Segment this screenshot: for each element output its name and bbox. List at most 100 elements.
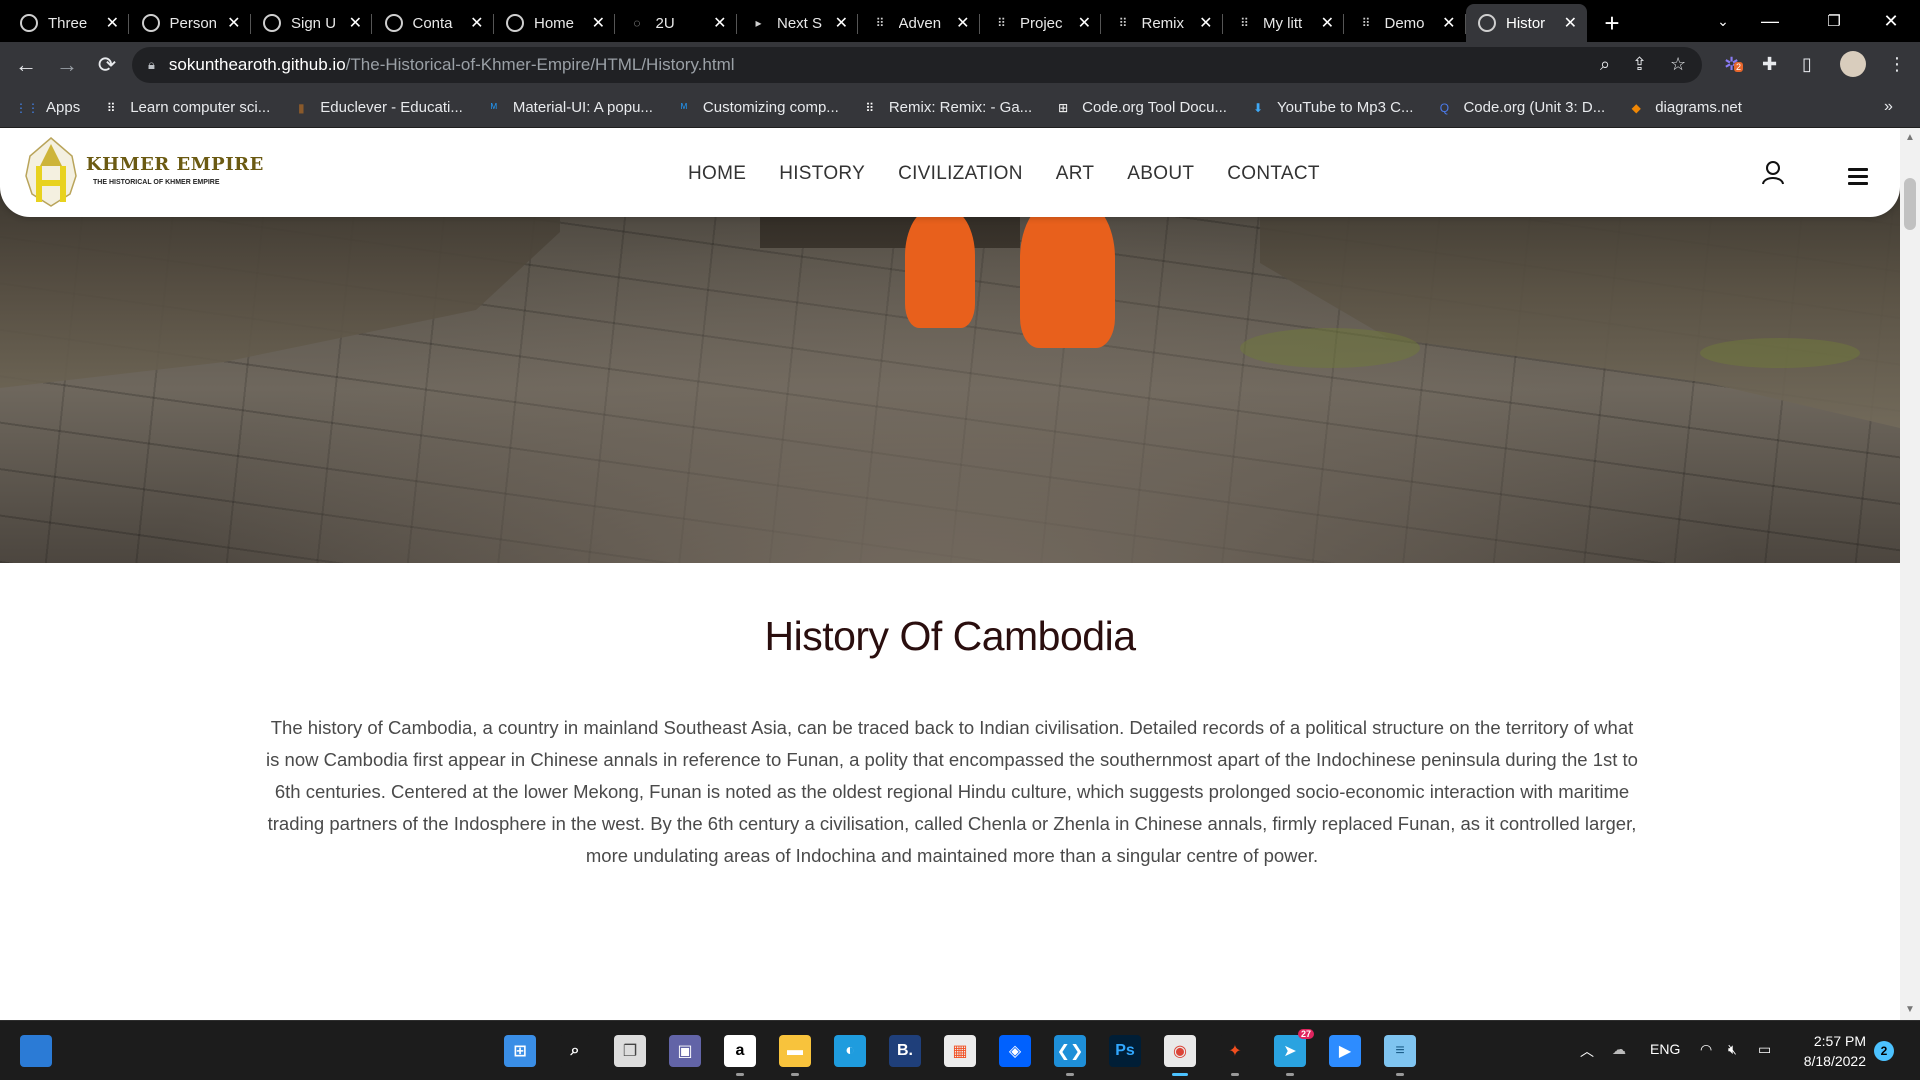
extension-badge-icon[interactable]: ✲ 2 [1724,54,1744,75]
notification-badge[interactable]: 2 [1874,1041,1894,1061]
ms-store-icon[interactable]: ▦ [944,1035,976,1067]
browser-tab[interactable]: Sign U ✕ [251,4,372,42]
system-clock[interactable]: 2:57 PM 8/18/2022 [1790,1031,1866,1071]
nav-link-about[interactable]: ABOUT [1127,163,1194,185]
close-tab-icon[interactable]: ✕ [1564,13,1577,33]
mui-icon: ᴹ [490,100,497,115]
search-icon[interactable]: ⌕ [559,1035,591,1067]
zoom-icon[interactable]: ▶ [1329,1035,1361,1067]
photoshop-icon[interactable]: Ps [1109,1035,1141,1067]
close-tab-icon[interactable]: ✕ [470,13,483,33]
page-viewport: KHMER EMPIRE THE HISTORICAL OF KHMER EMP… [0,128,1900,1020]
wifi-icon[interactable]: ◠ [1700,1041,1712,1058]
extensions-puzzle-icon[interactable]: ✚ [1762,54,1777,75]
bookmark-item[interactable]: ⬇ YouTube to Mp3 C... [1249,99,1414,117]
edge-icon[interactable]: ◐ [834,1035,866,1067]
reload-button[interactable]: ⟳ [87,45,127,85]
close-tab-icon[interactable]: ✕ [835,13,848,33]
nav-link-history[interactable]: HISTORY [779,163,865,185]
new-tab-button[interactable]: + [1592,4,1632,42]
language-indicator[interactable]: ENG [1650,1041,1680,1057]
tab-title: Home [534,14,575,32]
scroll-up-arrow[interactable]: ▲ [1905,132,1915,143]
browser-tab[interactable]: ▸ Next S ✕ [737,4,858,42]
vscode-icon[interactable]: ❮❯ [1054,1035,1086,1076]
more-bookmarks-icon[interactable]: » [1884,98,1893,116]
chrome-icon[interactable]: ◉ [1164,1035,1196,1076]
tab-search-icon[interactable]: ⌄ [1708,0,1738,42]
close-tab-icon[interactable]: ✕ [106,13,119,33]
figma-icon[interactable]: ✦ [1219,1035,1251,1076]
address-bar[interactable]: 🔒︎ sokunthearoth.github.io/The-Historica… [132,47,1702,83]
khmer-empire-logo[interactable] [22,136,80,208]
browser-tab[interactable]: Histor ✕ [1466,4,1587,42]
bookmark-item[interactable]: ⠿ Learn computer sci... [102,99,270,117]
task-view-icon[interactable]: ❐ [614,1035,646,1067]
nav-link-civilization[interactable]: CIVILIZATION [898,163,1023,185]
nav-link-art[interactable]: ART [1056,163,1095,185]
profile-avatar[interactable] [1840,51,1866,77]
browser-tab[interactable]: ⠿ Demo ✕ [1345,4,1466,42]
close-tab-icon[interactable]: ✕ [956,13,969,33]
bookmark-item[interactable]: ◆ diagrams.net [1627,99,1742,117]
forward-button[interactable]: → [47,45,87,85]
user-icon[interactable] [1762,161,1784,185]
scrollbar-thumb[interactable] [1904,178,1916,230]
browser-tab[interactable]: Three ✕ [8,4,129,42]
bookmark-item[interactable]: ⠿ Remix: Remix: - Ga... [861,99,1032,117]
scroll-down-arrow[interactable]: ▼ [1905,1004,1915,1015]
close-tab-icon[interactable]: ✕ [1078,13,1091,33]
browser-tab[interactable]: ⠿ Remix ✕ [1102,4,1223,42]
chrome-menu-icon[interactable]: ⋮ [1888,54,1906,75]
browser-tab[interactable]: Home ✕ [494,4,615,42]
file-explorer-icon[interactable]: ▬ [779,1035,811,1076]
minimize-button[interactable]: — [1747,0,1793,42]
show-hidden-icons-chevron[interactable]: ︿ [1580,1041,1594,1061]
tab-title: Sign U [291,14,337,32]
bookmark-star-icon[interactable]: ☆ [1670,54,1686,75]
close-window-button[interactable]: ✕ [1868,0,1914,42]
bookmark-item[interactable]: Q Code.org (Unit 3: D... [1435,99,1605,117]
volume-muted-icon[interactable]: 🔇︎ [1728,1041,1737,1058]
browser-tab[interactable]: ◌ 2U ✕ [616,4,737,42]
amazon-icon[interactable]: a [724,1035,756,1076]
battery-icon[interactable]: ▭ [1758,1041,1771,1058]
onedrive-icon[interactable]: ☁ [1612,1041,1626,1058]
hamburger-menu-icon[interactable] [1848,168,1868,189]
browser-tab[interactable]: ⠿ Projec ✕ [980,4,1101,42]
page-scrollbar[interactable]: ▲ ▼ [1900,128,1920,1020]
browser-tab[interactable]: Conta ✕ [373,4,494,42]
close-tab-icon[interactable]: ✕ [349,13,362,33]
close-tab-icon[interactable]: ✕ [1442,13,1455,33]
booking-icon[interactable]: B. [889,1035,921,1067]
browser-tab[interactable]: ⠿ My litt ✕ [1223,4,1344,42]
browser-tab[interactable]: ⠿ Adven ✕ [859,4,980,42]
close-tab-icon[interactable]: ✕ [713,13,726,33]
share-icon[interactable]: ⇪ [1632,54,1647,75]
close-tab-icon[interactable]: ✕ [1321,13,1334,33]
nav-link-home[interactable]: HOME [688,163,746,185]
telegram-icon[interactable]: ➤ 27 [1274,1029,1314,1076]
back-button[interactable]: ← [6,45,46,85]
close-tab-icon[interactable]: ✕ [227,13,240,33]
app-glyph: B. [897,1042,913,1059]
notepad-icon[interactable]: ≡ [1384,1035,1416,1076]
side-panel-icon[interactable]: ▯ [1802,54,1812,75]
browser-tab[interactable]: Person ✕ [130,4,251,42]
close-tab-icon[interactable]: ✕ [1199,13,1212,33]
bookmark-item[interactable]: ⊞ Code.org Tool Docu... [1054,99,1227,117]
restore-button[interactable]: ❐ [1811,0,1857,42]
close-tab-icon[interactable]: ✕ [592,13,605,33]
widgets-icon[interactable] [20,1035,52,1067]
bookmark-item[interactable]: ⋮⋮ Apps [15,99,80,117]
zoom-icon[interactable]: ⌕ [1600,54,1610,75]
nav-link-contact[interactable]: CONTACT [1227,163,1320,185]
start-icon[interactable]: ⊞ [504,1035,536,1067]
bookmark-item[interactable]: ▮ Educlever - Educati... [292,99,463,117]
bookmark-item[interactable]: ᴹ Material-UI: A popu... [485,99,653,117]
tab-title: Projec [1020,14,1063,32]
bookmark-item[interactable]: ᴹ Customizing comp... [675,99,839,117]
teams-chat-icon[interactable]: ▣ [669,1035,701,1067]
dropbox-icon[interactable]: ◈ [999,1035,1031,1067]
site-brand[interactable]: KHMER EMPIRE [86,154,264,175]
